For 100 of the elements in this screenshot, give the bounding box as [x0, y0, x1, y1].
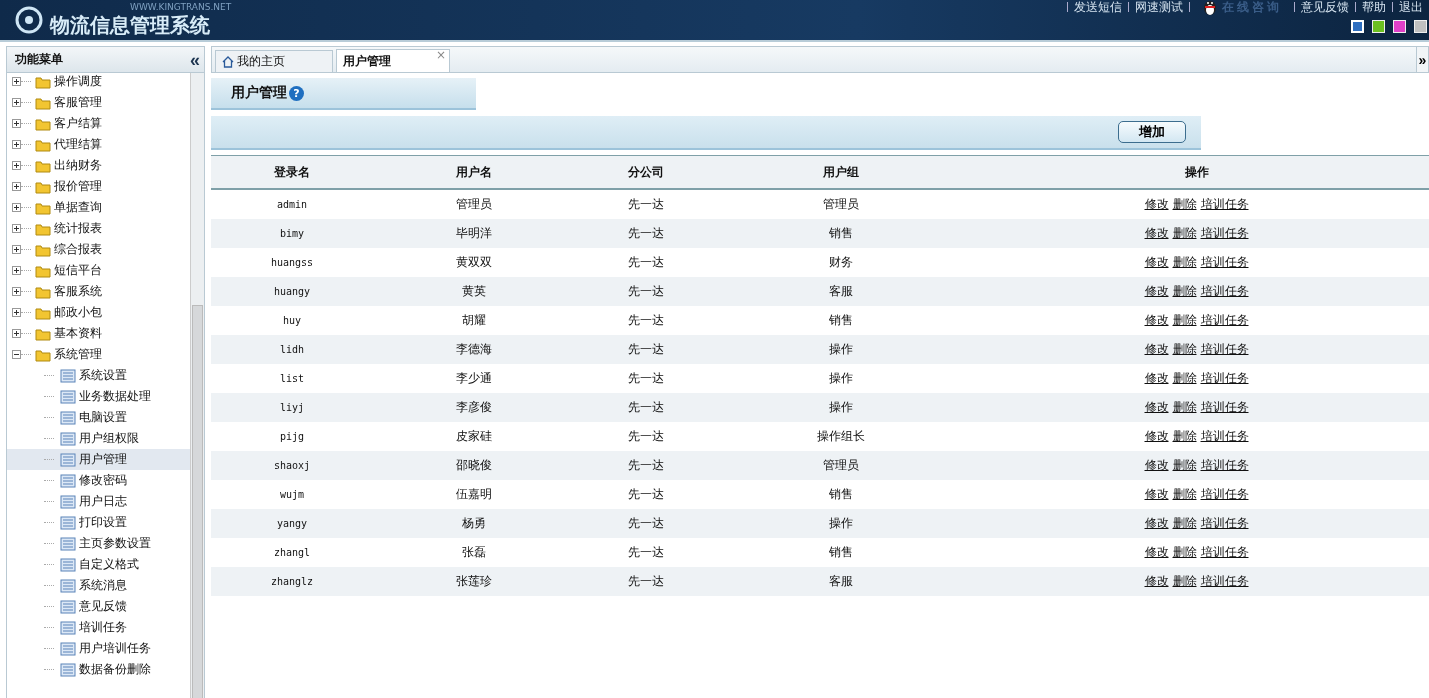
- add-button[interactable]: 增加: [1118, 121, 1186, 143]
- theme-swatch[interactable]: [1414, 20, 1427, 33]
- tree-item[interactable]: 电脑设置: [7, 407, 190, 428]
- tree-item[interactable]: 短信平台: [7, 260, 190, 281]
- action-link[interactable]: 培训任务: [1200, 516, 1249, 530]
- app-title: 物流信息管理系统: [50, 11, 211, 38]
- header-link[interactable]: 意见反馈: [1301, 1, 1349, 13]
- action-link[interactable]: 培训任务: [1200, 574, 1249, 588]
- table-cell: 销售: [717, 480, 964, 509]
- tab[interactable]: 我的主页: [215, 50, 333, 72]
- action-link[interactable]: 修改: [1144, 400, 1169, 414]
- action-link[interactable]: 删除: [1172, 197, 1197, 211]
- action-link[interactable]: 修改: [1144, 284, 1169, 298]
- action-link[interactable]: 删除: [1172, 400, 1197, 414]
- header-link[interactable]: 帮助: [1362, 1, 1386, 13]
- tree-item[interactable]: 业务数据处理: [7, 386, 190, 407]
- tree-item[interactable]: 统计报表: [7, 218, 190, 239]
- action-link[interactable]: 培训任务: [1200, 371, 1249, 385]
- tree-item[interactable]: 报价管理: [7, 176, 190, 197]
- action-link[interactable]: 培训任务: [1200, 545, 1249, 559]
- tree-item[interactable]: 用户培训任务: [7, 638, 190, 659]
- tree-item[interactable]: 客服系统: [7, 281, 190, 302]
- tree-item[interactable]: 系统管理: [7, 344, 190, 365]
- action-link[interactable]: 培训任务: [1200, 313, 1249, 327]
- tree-item[interactable]: 客户结算: [7, 113, 190, 134]
- action-link[interactable]: 修改: [1144, 545, 1169, 559]
- action-link[interactable]: 修改: [1144, 255, 1169, 269]
- action-link[interactable]: 删除: [1172, 284, 1197, 298]
- action-link[interactable]: 培训任务: [1200, 429, 1249, 443]
- expand-icon: [12, 245, 21, 254]
- tree-item[interactable]: 修改密码: [7, 470, 190, 491]
- scrollbar[interactable]: [190, 73, 204, 698]
- expand-icon: [12, 287, 21, 296]
- table-cell: 销售: [717, 306, 964, 335]
- action-link[interactable]: 修改: [1144, 197, 1169, 211]
- collapse-icon: [12, 350, 21, 359]
- action-link[interactable]: 删除: [1172, 516, 1197, 530]
- header-link[interactable]: 发送短信: [1074, 1, 1122, 13]
- action-link[interactable]: 培训任务: [1200, 342, 1249, 356]
- action-link[interactable]: 删除: [1172, 371, 1197, 385]
- action-link[interactable]: 修改: [1144, 429, 1169, 443]
- tree-item[interactable]: 基本资料: [7, 323, 190, 344]
- tree-item[interactable]: 意见反馈: [7, 596, 190, 617]
- tree-item[interactable]: 自定义格式: [7, 554, 190, 575]
- action-link[interactable]: 删除: [1172, 545, 1197, 559]
- expand-icon: [12, 119, 21, 128]
- action-link[interactable]: 删除: [1172, 342, 1197, 356]
- scroll-thumb[interactable]: [192, 305, 203, 698]
- folder-icon: [35, 116, 51, 131]
- tree-item[interactable]: 培训任务: [7, 617, 190, 638]
- tree-item[interactable]: 用户管理: [7, 449, 190, 470]
- action-link[interactable]: 修改: [1144, 487, 1169, 501]
- tree-item[interactable]: 数据备份删除: [7, 659, 190, 680]
- tree-item[interactable]: 操作调度: [7, 73, 190, 92]
- tree-item[interactable]: 综合报表: [7, 239, 190, 260]
- tree-item[interactable]: 邮政小包: [7, 302, 190, 323]
- tree-item[interactable]: 用户组权限: [7, 428, 190, 449]
- action-link[interactable]: 培训任务: [1200, 226, 1249, 240]
- sidebar-title: 功能菜单: [15, 51, 63, 68]
- theme-swatch[interactable]: [1393, 20, 1406, 33]
- table-cell: 先一达: [575, 480, 717, 509]
- action-link[interactable]: 培训任务: [1200, 197, 1249, 211]
- close-icon[interactable]: ×: [435, 48, 446, 62]
- tree-item[interactable]: 系统消息: [7, 575, 190, 596]
- tree-item[interactable]: 出纳财务: [7, 155, 190, 176]
- action-link[interactable]: 培训任务: [1200, 487, 1249, 501]
- header-link[interactable]: 退出: [1399, 1, 1423, 13]
- expand-button[interactable]: »: [1416, 47, 1428, 72]
- tree-item[interactable]: 打印设置: [7, 512, 190, 533]
- action-link[interactable]: 修改: [1144, 371, 1169, 385]
- action-link[interactable]: 培训任务: [1200, 255, 1249, 269]
- action-link[interactable]: 修改: [1144, 574, 1169, 588]
- tree-item[interactable]: 客服管理: [7, 92, 190, 113]
- action-link[interactable]: 培训任务: [1200, 400, 1249, 414]
- theme-swatch[interactable]: [1372, 20, 1385, 33]
- action-link[interactable]: 修改: [1144, 226, 1169, 240]
- action-link[interactable]: 修改: [1144, 342, 1169, 356]
- tree-item[interactable]: 单据查询: [7, 197, 190, 218]
- action-link[interactable]: 培训任务: [1200, 284, 1249, 298]
- action-link[interactable]: 删除: [1172, 487, 1197, 501]
- action-link[interactable]: 修改: [1144, 516, 1169, 530]
- action-link[interactable]: 删除: [1172, 255, 1197, 269]
- action-link[interactable]: 删除: [1172, 313, 1197, 327]
- tree-item[interactable]: 主页参数设置: [7, 533, 190, 554]
- tree-item[interactable]: 系统设置: [7, 365, 190, 386]
- folder-icon: [35, 179, 51, 194]
- action-link[interactable]: 删除: [1172, 429, 1197, 443]
- tree-item[interactable]: 代理结算: [7, 134, 190, 155]
- help-icon[interactable]: ?: [289, 85, 304, 101]
- tree-item[interactable]: 用户日志: [7, 491, 190, 512]
- action-link[interactable]: 修改: [1144, 458, 1169, 472]
- action-link[interactable]: 删除: [1172, 226, 1197, 240]
- action-link[interactable]: 修改: [1144, 313, 1169, 327]
- action-link[interactable]: 培训任务: [1200, 458, 1249, 472]
- header-link[interactable]: 网速测试: [1135, 1, 1183, 13]
- collapse-button[interactable]: «: [190, 50, 200, 69]
- action-link[interactable]: 删除: [1172, 574, 1197, 588]
- action-link[interactable]: 删除: [1172, 458, 1197, 472]
- tab[interactable]: 用户管理 ×: [336, 49, 450, 72]
- list-icon: [60, 368, 76, 383]
